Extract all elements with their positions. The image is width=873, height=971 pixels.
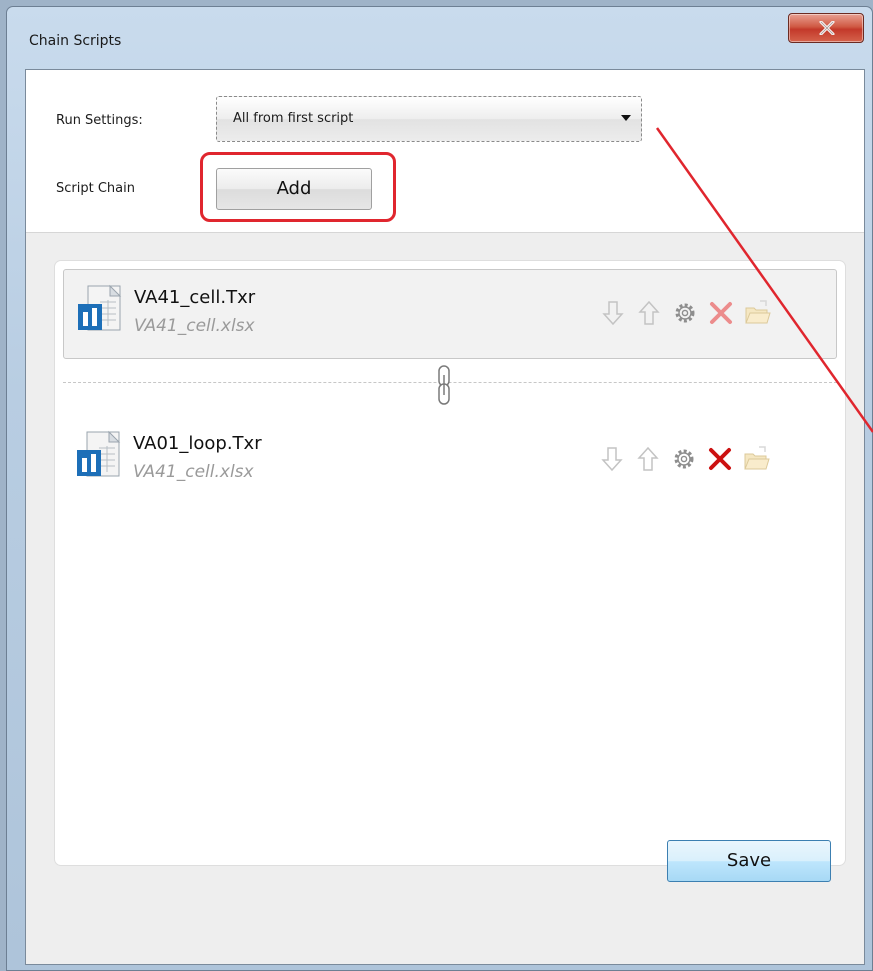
close-button[interactable] bbox=[788, 13, 864, 43]
settings-panel: Run Settings: All from first script Scri… bbox=[26, 70, 864, 233]
title-bar: Chain Scripts bbox=[7, 7, 872, 69]
dropdown-arrow-icon bbox=[621, 115, 631, 121]
run-settings-dropdown[interactable]: All from first script bbox=[216, 96, 642, 142]
script-name: VA41_cell.Txr bbox=[134, 287, 256, 308]
script-data-file: VA41_cell.xlsx bbox=[133, 462, 254, 482]
window-title: Chain Scripts bbox=[29, 33, 122, 49]
script-file-icon bbox=[77, 430, 121, 477]
move-up-icon[interactable] bbox=[635, 298, 663, 328]
dialog-content: Run Settings: All from first script Scri… bbox=[25, 69, 865, 965]
settings-icon[interactable] bbox=[671, 298, 699, 328]
chain-link-icon bbox=[438, 365, 450, 405]
chain-scripts-window: Chain Scripts Run Settings: All from fir… bbox=[6, 6, 873, 971]
run-settings-value: All from first script bbox=[233, 111, 354, 126]
script-name: VA01_loop.Txr bbox=[133, 433, 262, 454]
move-up-icon[interactable] bbox=[634, 444, 662, 474]
script-item[interactable]: VA01_loop.Txr VA41_cell.xlsx bbox=[63, 416, 837, 506]
run-settings-label: Run Settings: bbox=[56, 113, 143, 128]
script-data-file: VA41_cell.xlsx bbox=[134, 316, 255, 336]
delete-icon[interactable] bbox=[707, 298, 735, 328]
close-icon bbox=[819, 21, 835, 35]
open-folder-icon[interactable] bbox=[743, 298, 771, 328]
script-item[interactable]: VA41_cell.Txr VA41_cell.xlsx bbox=[63, 269, 837, 359]
save-button[interactable]: Save bbox=[667, 840, 831, 882]
script-actions bbox=[599, 298, 829, 328]
script-chain-label: Script Chain bbox=[56, 181, 135, 196]
settings-icon[interactable] bbox=[670, 444, 698, 474]
open-folder-icon[interactable] bbox=[742, 444, 770, 474]
script-file-icon bbox=[78, 284, 122, 331]
move-down-icon[interactable] bbox=[598, 444, 626, 474]
script-actions bbox=[598, 444, 828, 474]
delete-icon[interactable] bbox=[706, 444, 734, 474]
move-down-icon[interactable] bbox=[599, 298, 627, 328]
annotation-highlight bbox=[200, 152, 396, 222]
script-chain-list: VA41_cell.Txr VA41_cell.xlsx VA01_loop.T… bbox=[54, 260, 846, 866]
